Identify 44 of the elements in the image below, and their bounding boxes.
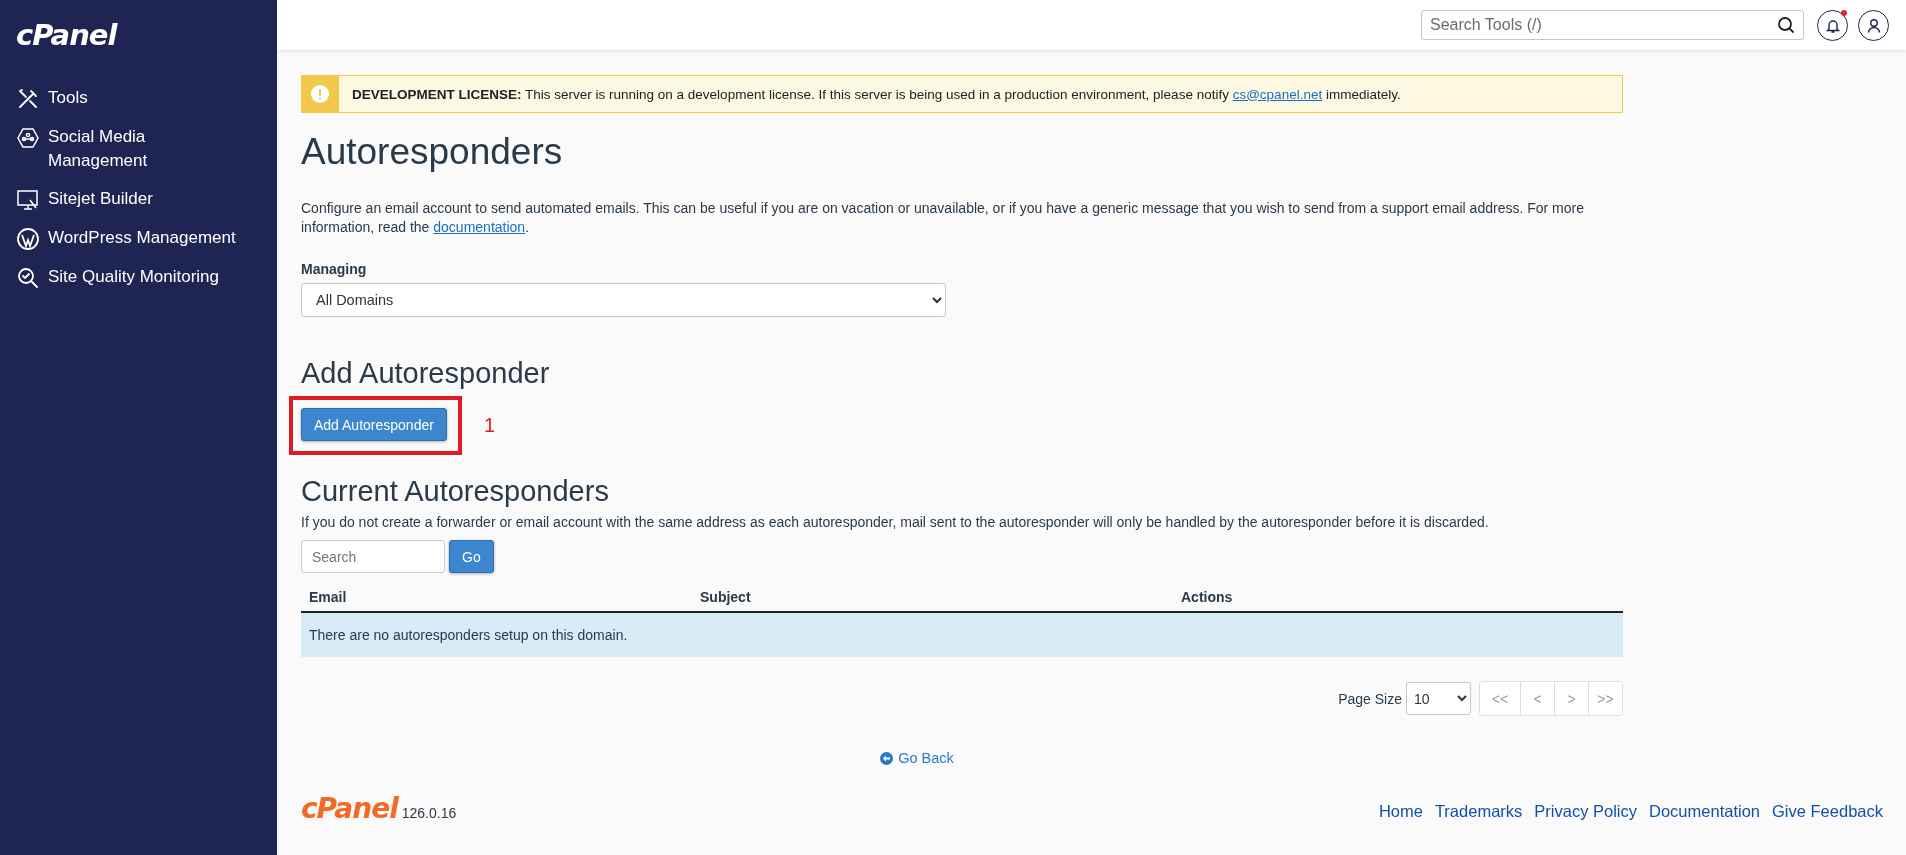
- page-size-dropdown[interactable]: 10: [1406, 682, 1471, 715]
- section-note: If you do not create a forwarder or email account with the same address as each autoresponder, mail sent to the autoresponder will only be handled by the autoresponder before it is discarded.: [301, 514, 1490, 530]
- notifications-button[interactable]: [1817, 9, 1848, 41]
- circle-arrow-left-icon: [880, 751, 894, 765]
- page-title: Autoresponders: [301, 131, 564, 173]
- sidebar-item[interactable]: Sitejet Builder: [16, 187, 266, 212]
- documentation-link[interactable]: documentation: [433, 219, 526, 235]
- footer-link[interactable]: Privacy Policy: [1534, 802, 1638, 821]
- magnifier-check-icon: [16, 266, 40, 290]
- section-heading: Add Autoresponder: [301, 357, 551, 390]
- footer-link[interactable]: Give Feedback: [1772, 802, 1883, 821]
- footer-link[interactable]: Documentation: [1649, 802, 1760, 821]
- bell-icon: [1825, 17, 1840, 33]
- user-icon: [1866, 17, 1881, 33]
- search-input[interactable]: Search: [301, 540, 445, 573]
- monitor-pencil-icon: [16, 188, 40, 212]
- go-button[interactable]: Go: [449, 540, 494, 573]
- page-description: Configure an email account to send automated emails. This can be useful if you are on vacation or unavailable, or if you have a generic message that you wish to send from a support email address. For more information, read the documentation.: [301, 199, 1585, 237]
- hexagon-network-icon: [16, 126, 40, 150]
- cpanel-logo[interactable]: cPanel: [16, 18, 117, 52]
- wordpress-icon: [16, 227, 40, 251]
- page-size-label: Page Size: [1338, 690, 1402, 707]
- sidebar-item[interactable]: Tools: [16, 86, 266, 111]
- search-icon: [1777, 16, 1795, 34]
- version-number: 126.0.16: [401, 805, 457, 821]
- managing-label: Managing: [301, 261, 368, 277]
- section-heading: Current Autoresponders: [301, 475, 610, 508]
- email-link[interactable]: cs@cpanel.net: [1232, 86, 1323, 102]
- cpanel-logo: cPanel: [301, 792, 398, 825]
- sidebar-item[interactable]: Site Quality Monitoring: [16, 265, 266, 290]
- footer-link[interactable]: Home: [1378, 802, 1423, 821]
- add-autoresponder-button[interactable]: Add Autoresponder: [301, 408, 447, 441]
- domain-dropdown[interactable]: All Domains: [301, 283, 946, 317]
- license-message: DEVELOPMENT LICENSE: This server is running on a development license. If this server is being used in a production environment, please notify cs@cpanel.net immediately.: [351, 86, 1401, 102]
- callout-number: 1: [483, 414, 495, 437]
- exclamation-icon: [311, 85, 329, 103]
- user-button[interactable]: [1858, 9, 1889, 41]
- empty-table-message: There are no autoresponders setup on this domain.: [301, 612, 1623, 657]
- footer-link[interactable]: Trademarks: [1434, 802, 1523, 821]
- sidebar-item[interactable]: Social Media Management: [16, 125, 166, 173]
- sidebar-item[interactable]: WordPress Management: [16, 226, 266, 251]
- tools-icon: [16, 87, 40, 111]
- go-back-link[interactable]: Go Back: [880, 750, 954, 766]
- search-field[interactable]: Search Tools (/): [1421, 10, 1804, 40]
